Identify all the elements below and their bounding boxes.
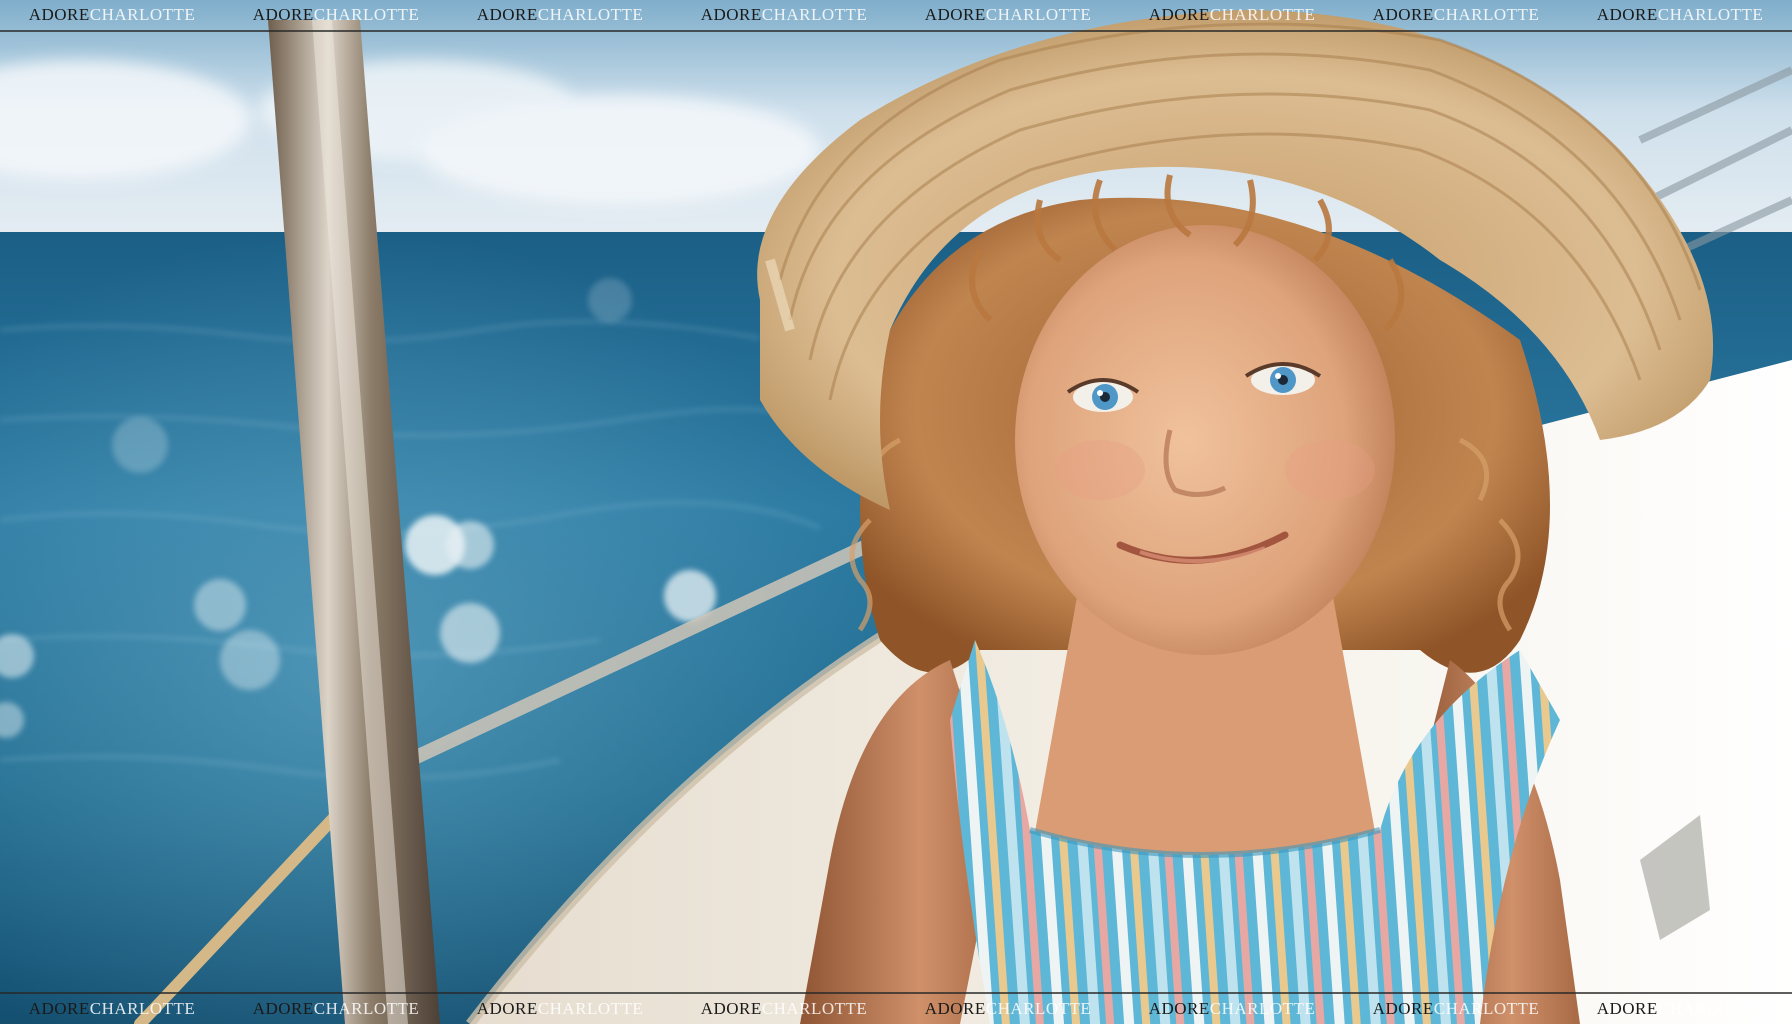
photo-scene	[0, 0, 1792, 1024]
face	[1015, 225, 1395, 655]
